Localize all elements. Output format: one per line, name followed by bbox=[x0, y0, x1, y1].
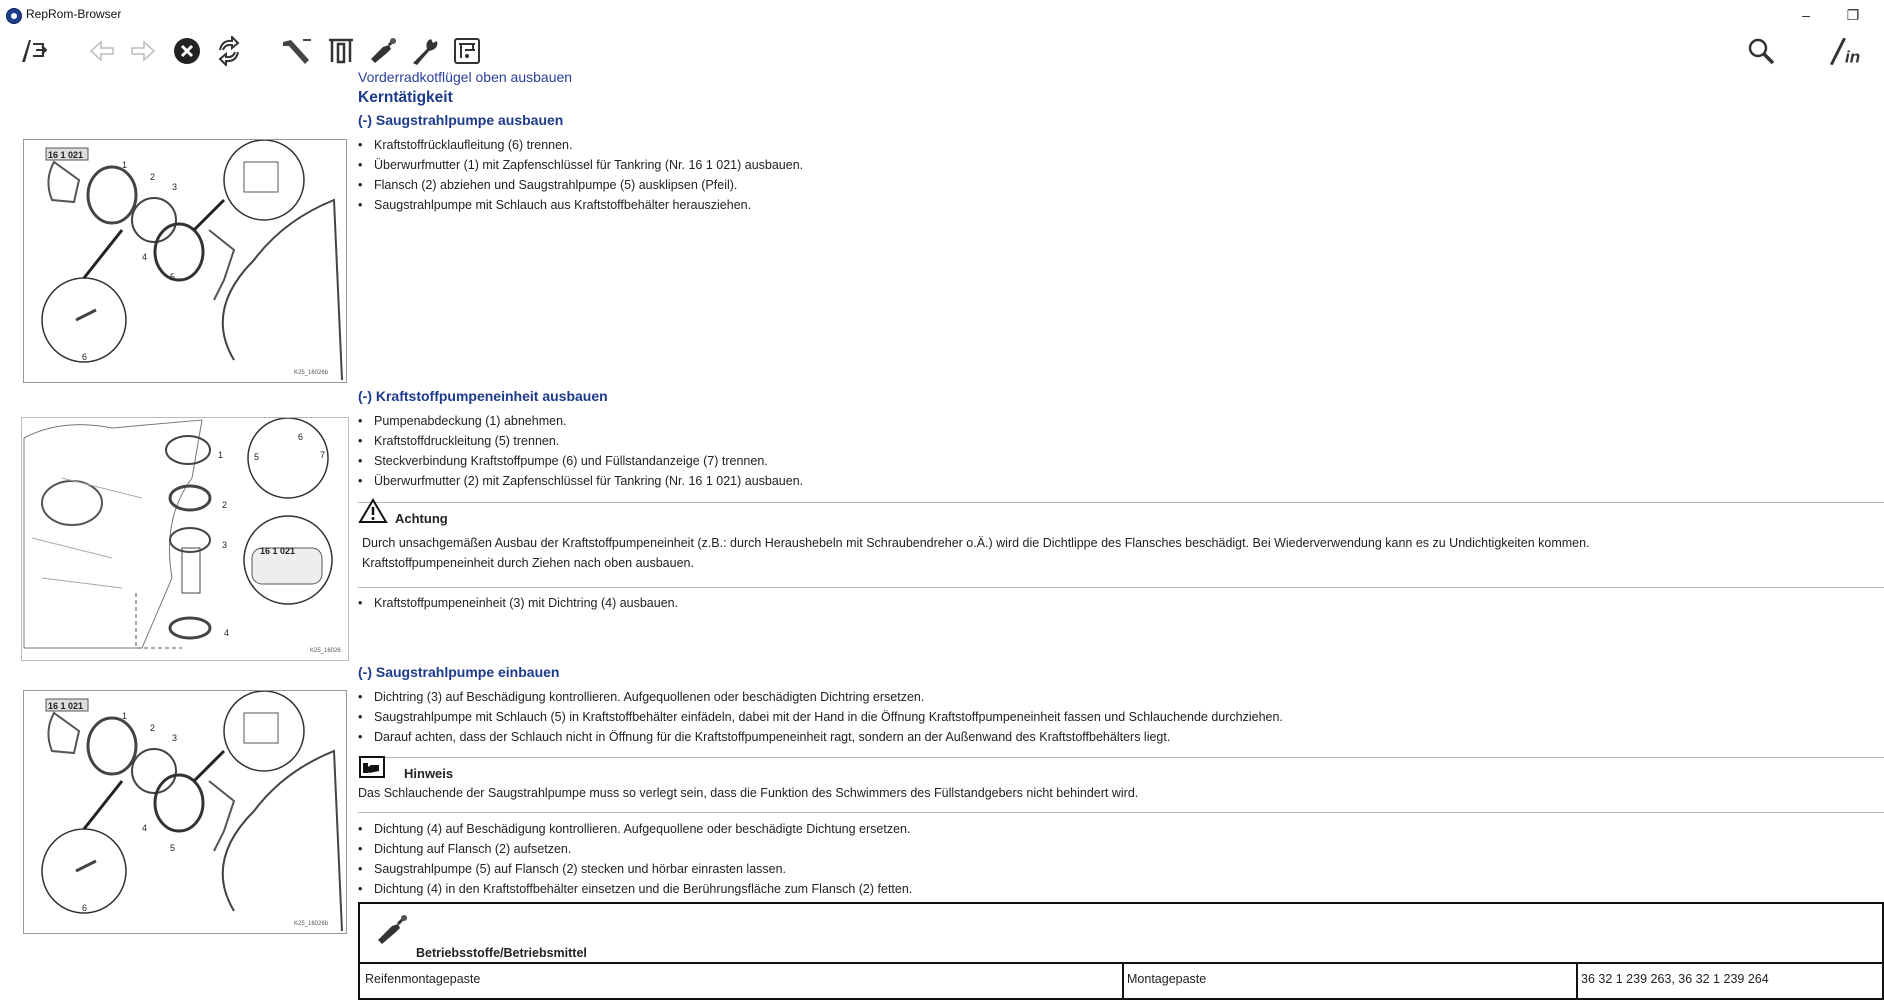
callout-label: 5 bbox=[170, 843, 176, 853]
list-item: Kraftstoffrücklaufleitung (6) trennen. bbox=[358, 138, 573, 152]
section-heading: (-) Kraftstoffpumpeneinheit ausbauen bbox=[358, 388, 608, 404]
table-col-divider bbox=[1576, 962, 1578, 1000]
figure-1-illustration bbox=[41, 139, 343, 381]
toolbar: in bbox=[0, 30, 1884, 72]
divider bbox=[358, 812, 1884, 813]
specs-icon[interactable] bbox=[450, 34, 484, 68]
callout-label: 5 bbox=[254, 452, 260, 462]
callout-label: 5 bbox=[170, 272, 176, 282]
list-item: Dichtung auf Flansch (2) aufsetzen. bbox=[358, 842, 571, 856]
info-pen-icon[interactable]: in bbox=[1828, 34, 1862, 68]
list-item: Dichtung (4) auf Beschädigung kontrollie… bbox=[358, 822, 910, 836]
breadcrumb-link[interactable]: Vorderradkotflügel oben ausbauen bbox=[358, 69, 572, 85]
list-item: Dichtung (4) in den Kraftstoffbehälter e… bbox=[358, 882, 912, 896]
warning-label: Achtung bbox=[395, 511, 448, 526]
app-logo-icon bbox=[6, 8, 22, 24]
callout-label: 4 bbox=[142, 823, 148, 833]
forward-arrow-icon[interactable] bbox=[125, 34, 159, 68]
figure-2: 16 1 021 1 2 3 4 5 6 7 K25_16026 bbox=[21, 417, 349, 661]
list-item: Überwurfmutter (1) mit Zapfenschlüssel f… bbox=[358, 158, 803, 172]
page-title: Kerntätigkeit bbox=[358, 89, 453, 106]
list-item: Kraftstoffpumpeneinheit (3) mit Dichtrin… bbox=[358, 596, 678, 610]
grease-gun-icon bbox=[374, 912, 410, 953]
callout-label: 3 bbox=[172, 733, 178, 743]
table-cell: Montagepaste bbox=[1127, 972, 1207, 986]
callout-label: 4 bbox=[224, 628, 230, 638]
figure-code: K25_16026 bbox=[310, 648, 341, 654]
materials-table: Betriebsstoffe/Betriebsmittel Reifenmont… bbox=[358, 902, 1884, 1000]
refresh-icon[interactable] bbox=[212, 34, 246, 68]
search-icon[interactable] bbox=[1744, 34, 1778, 68]
callout-label: 1 bbox=[122, 160, 128, 170]
grease-gun-icon[interactable] bbox=[366, 34, 400, 68]
note-text: Das Schlauchende der Saugstrahlpumpe mus… bbox=[358, 786, 1139, 800]
restore-button[interactable]: ❐ bbox=[1838, 4, 1868, 26]
list-item: Flansch (2) abziehen und Saugstrahlpumpe… bbox=[358, 178, 737, 192]
warning-triangle-icon bbox=[358, 498, 388, 529]
figure-code: K25_16026b bbox=[294, 921, 329, 927]
list-item: Saugstrahlpumpe mit Schlauch (5) in Kraf… bbox=[358, 710, 1283, 724]
note-label: Hinweis bbox=[404, 766, 454, 781]
callout-label: 2 bbox=[150, 172, 156, 182]
materials-title: Betriebsstoffe/Betriebsmittel bbox=[416, 946, 587, 960]
callout-label: 6 bbox=[298, 432, 304, 442]
back-arrow-icon[interactable] bbox=[86, 34, 120, 68]
table-divider bbox=[360, 962, 1882, 964]
note-hand-icon bbox=[359, 755, 387, 786]
callout-label: 7 bbox=[320, 450, 326, 460]
table-cell: 36 32 1 239 263, 36 32 1 239 264 bbox=[1581, 972, 1769, 986]
callout-label: 3 bbox=[222, 540, 228, 550]
figure-3: 16 1 021 1 2 3 4 5 6 K25_16026b bbox=[23, 690, 347, 934]
callout-label: 1 bbox=[122, 711, 128, 721]
document-content: 16 1 021 1 2 3 4 5 6 K25_16026b 16 1 021… bbox=[0, 69, 1884, 1000]
tool1-icon[interactable] bbox=[280, 34, 314, 68]
figure-code: K25_16026b bbox=[294, 370, 329, 376]
divider bbox=[358, 587, 1884, 588]
callout-label: 2 bbox=[150, 723, 156, 733]
figure-tool-tag: 16 1 021 bbox=[48, 701, 84, 711]
stop-icon[interactable] bbox=[170, 34, 204, 68]
svg-text:in: in bbox=[1845, 47, 1860, 66]
list-item: Pumpenabdeckung (1) abnehmen. bbox=[358, 414, 567, 428]
table-cell: Reifenmontagepaste bbox=[365, 972, 481, 986]
warning-text: Durch unsachgemäßen Ausbau der Kraftstof… bbox=[362, 536, 1590, 550]
list-item: Überwurfmutter (2) mit Zapfenschlüssel f… bbox=[358, 474, 803, 488]
list-item: Steckverbindung Kraftstoffpumpe (6) und … bbox=[358, 454, 768, 468]
callout-label: 3 bbox=[172, 182, 178, 192]
title-bar: RepRom-Browser – ❐ bbox=[0, 0, 1884, 31]
figure-tool-tag: 16 1 021 bbox=[48, 150, 84, 160]
list-item: Darauf achten, dass der Schlauch nicht i… bbox=[358, 730, 1170, 744]
callout-label: 6 bbox=[82, 903, 88, 913]
callout-label: 2 bbox=[222, 500, 228, 510]
window-title: RepRom-Browser bbox=[26, 7, 122, 21]
figure-tool-tag: 16 1 021 bbox=[260, 546, 296, 556]
exit-icon[interactable] bbox=[16, 34, 50, 68]
section-heading: (-) Saugstrahlpumpe ausbauen bbox=[358, 112, 564, 128]
figure-1: 16 1 021 1 2 3 4 5 6 K25_16026b bbox=[23, 139, 347, 383]
list-item: Saugstrahlpumpe mit Schlauch aus Kraftst… bbox=[358, 198, 751, 212]
callout-label: 4 bbox=[142, 252, 148, 262]
tool2-icon[interactable] bbox=[324, 34, 358, 68]
divider bbox=[358, 502, 1884, 503]
list-item: Kraftstoffdruckleitung (5) trennen. bbox=[358, 434, 559, 448]
callout-label: 6 bbox=[82, 352, 88, 362]
divider bbox=[358, 757, 1884, 758]
table-col-divider bbox=[1122, 962, 1124, 1000]
figure-2-illustration bbox=[23, 417, 333, 649]
minimize-button[interactable]: – bbox=[1791, 4, 1821, 26]
figure-3-illustration bbox=[41, 690, 343, 932]
section-heading: (-) Saugstrahlpumpe einbauen bbox=[358, 664, 560, 680]
list-item: Dichtring (3) auf Beschädigung kontrolli… bbox=[358, 690, 924, 704]
list-item: Saugstrahlpumpe (5) auf Flansch (2) stec… bbox=[358, 862, 786, 876]
warning-text: Kraftstoffpumpeneinheit durch Ziehen nac… bbox=[362, 556, 694, 570]
wrench-icon[interactable] bbox=[408, 34, 442, 68]
callout-label: 1 bbox=[218, 450, 224, 460]
